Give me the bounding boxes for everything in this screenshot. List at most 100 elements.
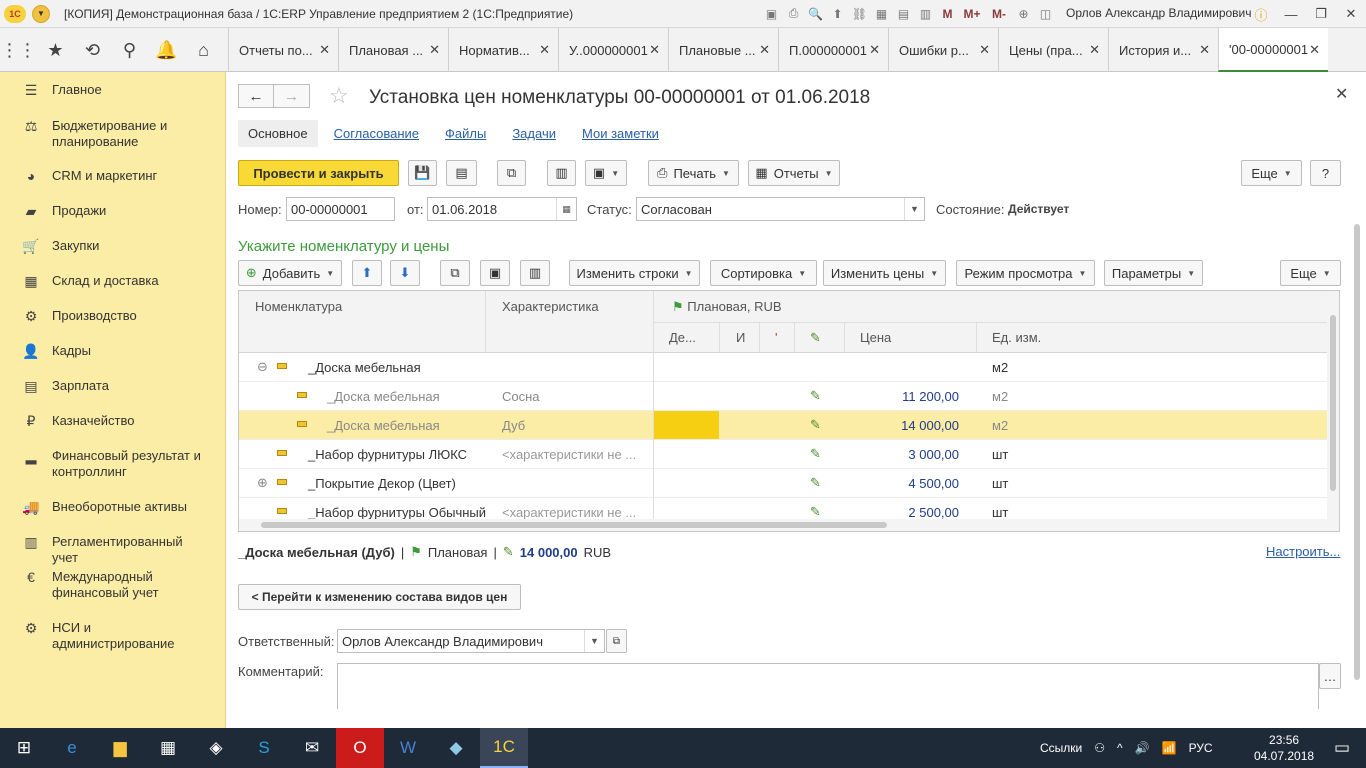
header-price[interactable]: Цена bbox=[860, 330, 891, 345]
subtab-approval[interactable]: Согласование bbox=[324, 120, 429, 147]
sidebar-item-assets[interactable]: 🚚 Внеоборотные активы bbox=[0, 499, 226, 516]
tab-current-document[interactable]: '00-00000001 ✕ bbox=[1218, 28, 1328, 72]
sidebar-item-budgeting[interactable]: ⚖ Бюджетирование и планирование bbox=[0, 118, 226, 150]
current-user[interactable]: Орлов Александр Владимирович bbox=[1066, 6, 1252, 20]
create-based-on-icon[interactable]: ▣ ▼ bbox=[585, 160, 627, 186]
calendar-icon[interactable]: ▦ bbox=[556, 198, 576, 220]
sidebar-item-intl-finance[interactable]: € Международный финансовый учет bbox=[0, 569, 226, 601]
table-row[interactable]: ⊖ _Доска мебельная м2 bbox=[239, 353, 1327, 382]
favorite-star-icon[interactable]: ☆ bbox=[329, 83, 349, 109]
panels-icon[interactable]: ◫ bbox=[1036, 4, 1055, 23]
edit-pencil-icon[interactable]: ✎ bbox=[810, 417, 821, 433]
view-mode-button[interactable]: Режим просмотра ▼ bbox=[956, 260, 1095, 286]
post-doc-icon[interactable]: ▤ bbox=[446, 160, 477, 186]
sidebar-item-salary[interactable]: ▤ Зарплата bbox=[0, 378, 226, 395]
calendar-icon[interactable]: ▤ bbox=[894, 4, 913, 23]
number-field[interactable]: 00-00000001 bbox=[286, 197, 395, 221]
search-icon[interactable]: ⚲ bbox=[111, 28, 148, 72]
preview-icon[interactable]: 🔍 bbox=[806, 4, 825, 23]
header-unit[interactable]: Ед. изм. bbox=[992, 330, 1041, 345]
link-icon[interactable]: ⛓ bbox=[850, 4, 869, 23]
volume-icon[interactable]: 🔊 bbox=[1135, 741, 1150, 755]
open-responsible-icon[interactable]: ⧉ bbox=[606, 629, 627, 653]
configure-link[interactable]: Настроить... bbox=[1266, 544, 1340, 559]
tab-close-icon[interactable]: ✕ bbox=[1309, 42, 1320, 58]
opera-icon[interactable]: O bbox=[336, 728, 384, 768]
history-icon[interactable]: ⟲ bbox=[74, 28, 111, 72]
network-icon[interactable]: 📶 bbox=[1162, 741, 1177, 755]
chevron-down-icon[interactable]: ▼ bbox=[904, 198, 924, 220]
sort-button[interactable]: Сортировка ▼ bbox=[710, 260, 817, 286]
tab-close-icon[interactable]: ✕ bbox=[1089, 42, 1100, 58]
memory-m-icon[interactable]: M bbox=[938, 4, 957, 23]
save-doc-icon[interactable]: 💾 bbox=[408, 160, 437, 186]
people-icon[interactable]: ⚇ bbox=[1094, 741, 1105, 755]
tab-prices[interactable]: Цены (пра... ✕ bbox=[998, 28, 1108, 72]
skype-icon[interactable]: S bbox=[240, 728, 288, 768]
date-field[interactable]: 01.06.2018 ▦ bbox=[427, 197, 577, 221]
info-icon[interactable]: ⓘ bbox=[1246, 0, 1276, 28]
sidebar-item-purchases[interactable]: 🛒 Закупки bbox=[0, 238, 226, 255]
header-quote[interactable]: ' bbox=[775, 330, 777, 345]
windows-start-icon[interactable]: ⊞ bbox=[0, 728, 48, 768]
file-explorer-icon[interactable]: ▆ bbox=[96, 728, 144, 768]
tab-close-icon[interactable]: ✕ bbox=[759, 42, 770, 58]
comment-field[interactable] bbox=[337, 663, 1319, 709]
word-icon[interactable]: W bbox=[384, 728, 432, 768]
sidebar-item-main[interactable]: ☰ Главное bbox=[0, 82, 226, 99]
post-and-close-button[interactable]: Провести и закрыть bbox=[238, 160, 399, 186]
network-app-icon[interactable]: ◈ bbox=[192, 728, 240, 768]
tab-close-icon[interactable]: ✕ bbox=[1199, 42, 1210, 58]
maximize-button[interactable]: ❐ bbox=[1306, 0, 1336, 28]
table-icon[interactable]: ▦ bbox=[872, 4, 891, 23]
table-row-selected[interactable]: _Доска мебельная Дуб ✎ 14 000,00 м2 bbox=[239, 411, 1327, 440]
barcode-icon[interactable]: ▥ bbox=[520, 260, 550, 286]
responsible-field[interactable]: Орлов Александр Владимирович ▼ bbox=[337, 629, 605, 653]
tray-chevron-icon[interactable]: ^ bbox=[1117, 741, 1123, 755]
sidebar-item-warehouse[interactable]: ▦ Склад и доставка bbox=[0, 273, 226, 290]
tab-close-icon[interactable]: ✕ bbox=[979, 42, 990, 58]
zoom-icon[interactable]: ⊕ bbox=[1014, 4, 1033, 23]
memory-mplus-icon[interactable]: M+ bbox=[960, 4, 984, 23]
edit-pencil-icon[interactable]: ✎ bbox=[810, 475, 821, 491]
sidebar-item-production[interactable]: ⚙ Производство bbox=[0, 308, 226, 325]
header-de[interactable]: Де... bbox=[669, 330, 696, 345]
tab-p-doc[interactable]: П.000000001 ✕ bbox=[778, 28, 888, 72]
expand-icon[interactable]: ⊕ bbox=[257, 475, 268, 491]
reports-button[interactable]: ▦ Отчеты ▼ bbox=[748, 160, 840, 186]
paste-icon[interactable]: ▣ bbox=[480, 260, 510, 286]
apps-grid-icon[interactable]: ⋮⋮ bbox=[0, 28, 37, 72]
notifications-icon[interactable]: ▭ bbox=[1318, 728, 1366, 768]
chevron-down-icon[interactable]: ▼ bbox=[584, 630, 604, 652]
movements-icon[interactable]: ▥ bbox=[547, 160, 576, 186]
change-rows-button[interactable]: Изменить строки ▼ bbox=[569, 260, 700, 286]
calculator-icon[interactable]: ▥ bbox=[916, 4, 935, 23]
home-icon[interactable]: ⌂ bbox=[185, 28, 222, 72]
main-menu-button[interactable]: ▼ bbox=[32, 4, 50, 23]
tab-close-icon[interactable]: ✕ bbox=[319, 42, 330, 58]
help-button[interactable]: ? bbox=[1310, 160, 1341, 186]
subtab-notes[interactable]: Мои заметки bbox=[572, 120, 669, 147]
sidebar-item-crm[interactable]: ◕ CRM и маркетинг bbox=[0, 168, 226, 184]
save-icon[interactable]: ▣ bbox=[762, 4, 781, 23]
copy-icon[interactable]: ⧉ bbox=[440, 260, 470, 286]
tab-normative[interactable]: Норматив... ✕ bbox=[448, 28, 558, 72]
subtab-files[interactable]: Файлы bbox=[435, 120, 496, 147]
subtab-tasks[interactable]: Задачи bbox=[502, 120, 566, 147]
sidebar-item-hr[interactable]: 👤 Кадры bbox=[0, 343, 226, 360]
print-button[interactable]: ⎙ Печать ▼ bbox=[648, 160, 739, 186]
tab-planned[interactable]: Плановая ... ✕ bbox=[338, 28, 448, 72]
table-row[interactable]: ⊕ _Покрытие Декор (Цвет) ✎ 4 500,00 шт bbox=[239, 469, 1327, 498]
minimize-button[interactable]: — bbox=[1276, 0, 1306, 28]
print-icon[interactable]: ⎙ bbox=[784, 4, 803, 23]
tab-planned-2[interactable]: Плановые ... ✕ bbox=[668, 28, 778, 72]
table-horizontal-scrollbar[interactable] bbox=[239, 519, 1339, 531]
tab-close-icon[interactable]: ✕ bbox=[429, 42, 440, 58]
sidebar-item-finance[interactable]: ▂ Финансовый результат и контроллинг bbox=[0, 448, 226, 480]
form-vertical-scrollbar[interactable] bbox=[1354, 220, 1362, 708]
forward-button[interactable]: → bbox=[274, 84, 310, 108]
goto-price-types-button[interactable]: < Перейти к изменению состава видов цен bbox=[238, 584, 521, 610]
memory-mminus-icon[interactable]: M- bbox=[987, 4, 1011, 23]
move-down-icon[interactable]: ⬇ bbox=[390, 260, 420, 286]
edge-browser-icon[interactable]: e bbox=[48, 728, 96, 768]
